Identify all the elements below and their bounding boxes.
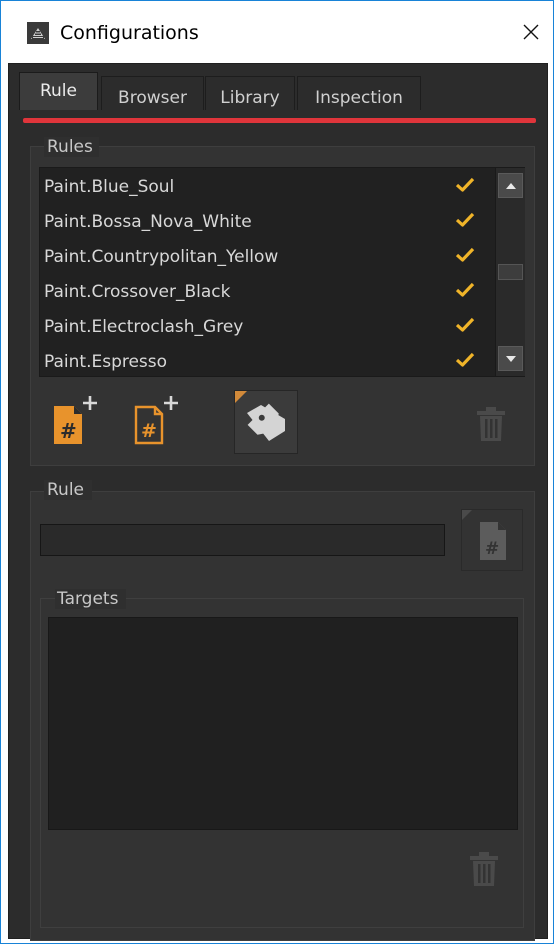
delete-target-button[interactable]: [468, 851, 500, 887]
configurations-window: Configurations Rule Browser Library Insp…: [0, 0, 554, 944]
rule-list-item[interactable]: Paint.Electroclash_Grey: [40, 308, 494, 343]
rule-file-icon: #: [462, 510, 506, 560]
rule-list-item[interactable]: Paint.Espresso: [40, 343, 494, 378]
rule-name-field[interactable]: [40, 524, 445, 556]
check-icon: [455, 352, 475, 367]
add-rule-copy-icon: #: [134, 396, 178, 445]
add-rule-icon: #: [54, 396, 97, 444]
rule-name: Paint.Bossa_Nova_White: [44, 212, 252, 232]
rules-group-label: Rules: [44, 137, 99, 157]
tab-inspection[interactable]: Inspection: [297, 76, 421, 110]
scroll-thumb[interactable]: [498, 264, 523, 280]
rule-name: Paint.Electroclash_Grey: [44, 317, 244, 337]
check-icon: [455, 317, 475, 332]
check-icon: [455, 247, 475, 262]
rules-list-scrollbar[interactable]: [495, 168, 525, 376]
rules-list[interactable]: Paint.Blue_Soul Paint.Bossa_Nova_White P…: [39, 167, 525, 377]
rule-name: Paint.Espresso: [44, 352, 168, 372]
rule-group-label: Rule: [44, 480, 93, 500]
rule-file-button[interactable]: #: [461, 509, 523, 571]
close-icon: [523, 24, 539, 40]
targets-group-label: Targets: [55, 589, 127, 609]
rule-name: Paint.Countrypolitan_Yellow: [44, 247, 279, 267]
add-rule-button[interactable]: #: [52, 394, 100, 446]
tab-browser[interactable]: Browser: [101, 76, 204, 110]
rule-list-item[interactable]: Paint.Bossa_Nova_White: [40, 203, 494, 238]
svg-text:#: #: [60, 419, 77, 443]
title-bar: Configurations: [1, 1, 553, 63]
close-button[interactable]: [516, 17, 546, 47]
add-rule-copy-button[interactable]: #: [133, 394, 181, 446]
configurations-panel: Rule Browser Library Inspection Rules Pa…: [8, 63, 548, 941]
svg-text:#: #: [485, 539, 499, 559]
scroll-down-button[interactable]: [498, 346, 523, 371]
rule-list-item[interactable]: Paint.Crossover_Black: [40, 273, 494, 308]
targets-list[interactable]: [48, 617, 518, 830]
rule-name: Paint.Crossover_Black: [44, 282, 231, 302]
check-icon: [455, 212, 475, 227]
rule-list-item[interactable]: Paint.Blue_Soul: [40, 168, 494, 203]
rule-name: Paint.Blue_Soul: [44, 177, 175, 197]
delete-rule-button[interactable]: [475, 406, 507, 442]
rule-list-item[interactable]: Paint.Countrypolitan_Yellow: [40, 238, 494, 273]
app-icon: [27, 22, 49, 44]
tab-library[interactable]: Library: [205, 76, 295, 110]
arrow-down-icon: [505, 355, 516, 362]
trash-icon: [477, 407, 505, 441]
tag-button[interactable]: [234, 390, 298, 454]
active-tab-indicator: [23, 118, 536, 123]
window-title: Configurations: [60, 22, 199, 44]
svg-text:#: #: [141, 420, 157, 442]
tag-icon: [235, 391, 285, 441]
trash-icon: [470, 852, 498, 886]
check-icon: [455, 282, 475, 297]
scroll-up-button[interactable]: [498, 173, 523, 198]
check-icon: [455, 177, 475, 192]
arrow-up-icon: [505, 182, 516, 189]
tab-rule[interactable]: Rule: [19, 72, 98, 110]
